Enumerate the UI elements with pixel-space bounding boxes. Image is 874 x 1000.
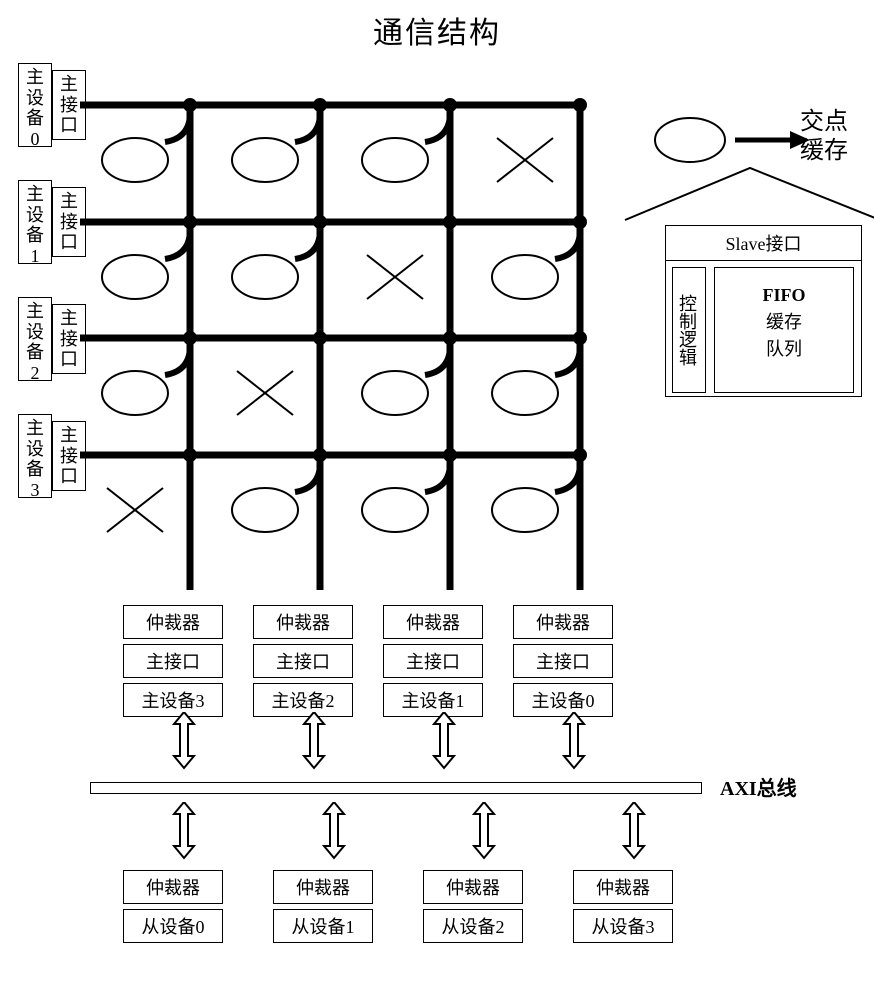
slave-device: 从设备0: [123, 909, 223, 943]
arrows-top: [120, 712, 640, 772]
legend-slave-port: Slave接口: [666, 226, 861, 261]
arbiter-top-1: 仲裁器 主接口 主设备2: [253, 605, 353, 717]
axi-bus-bar: [90, 782, 702, 794]
crosspoint-cache-icon: [362, 138, 428, 182]
arbiter-port: 主接口: [383, 644, 483, 678]
slave-arbiter: 仲裁器: [123, 870, 223, 904]
arbiter-top-2: 仲裁器 主接口 主设备1: [383, 605, 483, 717]
legend-control-logic-text: 控制逻辑: [673, 268, 703, 392]
arbiter-port: 主接口: [513, 644, 613, 678]
slave-1: 仲裁器 从设备1: [273, 870, 373, 943]
crosspoint-cache-icon: [232, 255, 298, 299]
slave-device: 从设备2: [423, 909, 523, 943]
slave-arbiter: 仲裁器: [423, 870, 523, 904]
slave-0: 仲裁器 从设备0: [123, 870, 223, 943]
slave-2: 仲裁器 从设备2: [423, 870, 523, 943]
crosspoint-cache-icon: [102, 371, 168, 415]
arbiter-port: 主接口: [253, 644, 353, 678]
arbiter-label: 仲裁器: [253, 605, 353, 639]
legend-fifo-text: FIFO缓存队列: [715, 268, 853, 377]
crosspoint-cache-icon: [362, 371, 428, 415]
arbiter-top-0: 仲裁器 主接口 主设备3: [123, 605, 223, 717]
crosspoint-cache-icon: [232, 488, 298, 532]
slave-3: 仲裁器 从设备3: [573, 870, 673, 943]
slave-arbiter: 仲裁器: [273, 870, 373, 904]
arbiter-top-3: 仲裁器 主接口 主设备0: [513, 605, 613, 717]
legend-crosspoint-text: 交点缓存: [800, 108, 850, 166]
slave-arbiter: 仲裁器: [573, 870, 673, 904]
master-device-label: 主设备3: [18, 414, 52, 498]
crosspoint-cache-icon: [492, 371, 558, 415]
legend-detail-box: Slave接口 控制逻辑 FIFO缓存队列: [665, 225, 862, 397]
arbiter-label: 仲裁器: [383, 605, 483, 639]
crossbar-grid: [80, 80, 610, 590]
legend-control-logic-box: 控制逻辑: [672, 267, 706, 393]
crosspoint-cache-icon: [102, 255, 168, 299]
slave-device: 从设备1: [273, 909, 373, 943]
arbiter-port: 主接口: [123, 644, 223, 678]
axi-bus-label: AXI总线: [720, 772, 797, 801]
crosspoint-cache-icon: [232, 138, 298, 182]
diagram-title: 通信结构: [0, 8, 874, 52]
arbiter-label: 仲裁器: [123, 605, 223, 639]
master-device-label: 主设备2: [18, 297, 52, 381]
crosspoint-cache-icon: [102, 138, 168, 182]
crosspoint-cache-icon: [492, 488, 558, 532]
master-device-label: 主设备1: [18, 180, 52, 264]
crosspoint-cache-icon: [492, 255, 558, 299]
legend-fifo-box: FIFO缓存队列: [714, 267, 854, 393]
master-device-label: 主设备0: [18, 63, 52, 147]
crosspoint-cache-icon: [362, 488, 428, 532]
legend-roof: [620, 160, 874, 230]
legend-crosspoint-label: 交点缓存: [800, 108, 860, 166]
arrows-bottom: [120, 802, 690, 862]
legend-fifo-text-inner: FIFO缓存队列: [725, 282, 843, 363]
slave-device: 从设备3: [573, 909, 673, 943]
arbiter-label: 仲裁器: [513, 605, 613, 639]
